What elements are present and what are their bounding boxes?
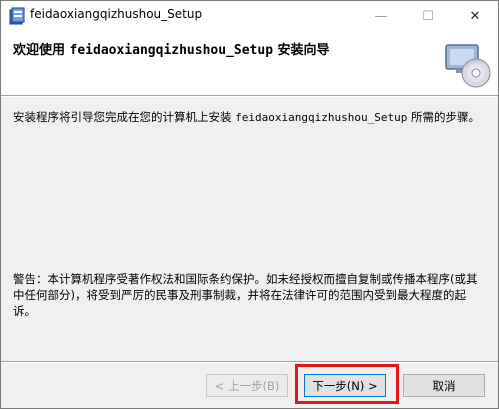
minimize-button[interactable]: — [358,1,404,31]
back-button[interactable]: < 上一步(B) [206,374,288,397]
footer-separator [1,361,498,363]
description-app: feidaoxiangqizhushou_Setup [235,111,408,124]
copyright-warning: 警告：本计算机程序受著作权法和国际条约保护。如未经授权而擅自复制或传播本程序(或… [13,272,478,318]
description-suffix: 所需的步骤。 [407,110,480,124]
title-bar[interactable]: feidaoxiangqizhushou_Setup — ☐ ✕ [1,1,498,31]
wizard-description: 安装程序将引导您完成在您的计算机上安装 feidaoxiangqizhushou… [13,109,491,125]
header-separator [1,96,498,97]
cancel-button[interactable]: 取消 [403,374,485,397]
close-button[interactable]: ✕ [452,1,498,31]
window-title: feidaoxiangqizhushou_Setup [30,7,203,21]
installer-app-icon [9,7,25,25]
wizard-header: 欢迎使用 feidaoxiangqizhushou_Setup 安装向导 [1,31,498,96]
header-title-prefix: 欢迎使用 [13,43,70,58]
maximize-button[interactable]: ☐ [405,1,451,31]
setup-wizard-window: feidaoxiangqizhushou_Setup — ☐ ✕ 欢迎使用 fe… [0,0,499,409]
next-button[interactable]: 下一步(N) > [304,374,386,397]
description-prefix: 安装程序将引导您完成在您的计算机上安装 [13,110,236,124]
wizard-header-title: 欢迎使用 feidaoxiangqizhushou_Setup 安装向导 [13,39,330,58]
header-title-suffix: 安装向导 [273,43,330,58]
header-title-app: feidaoxiangqizhushou_Setup [69,43,274,58]
cd-disc-computer-icon [445,44,491,88]
